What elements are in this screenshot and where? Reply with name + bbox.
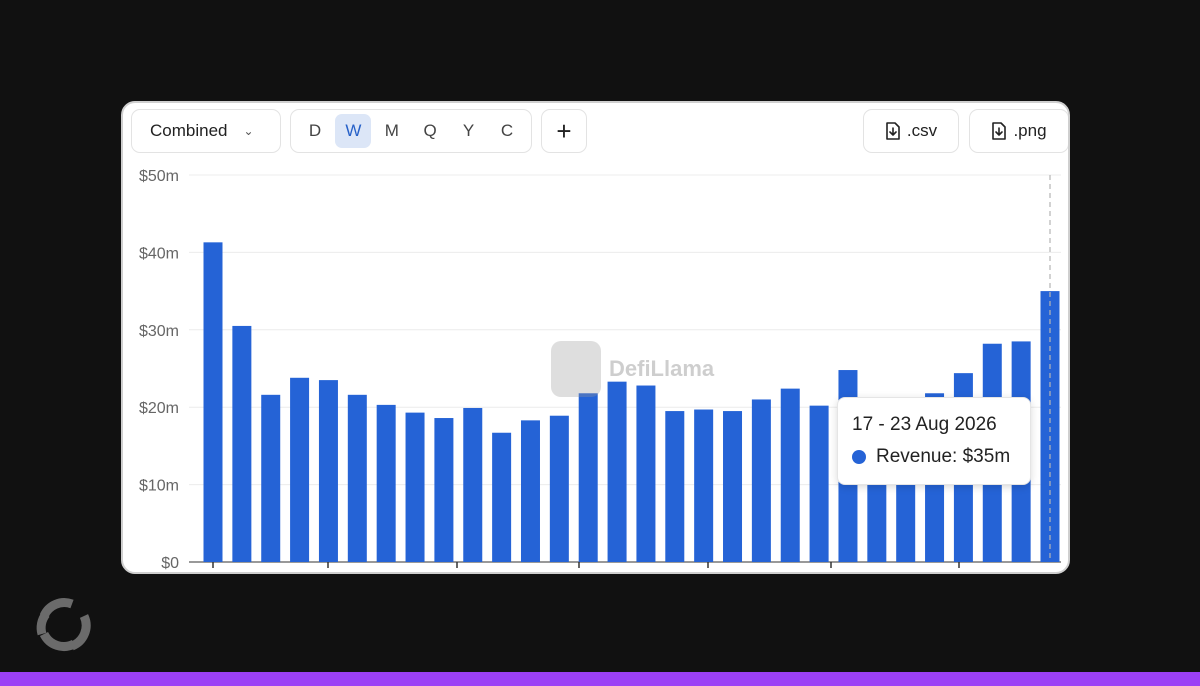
y-tick-label: $30m — [139, 323, 179, 340]
bar — [318, 380, 338, 562]
chart-card: Combined ⌄ D W M Q Y C + .csv .png $0 $1… — [121, 101, 1070, 574]
bar — [607, 381, 627, 562]
chart-tooltip: 17 - 23 Aug 2026 Revenue: $35m — [837, 397, 1031, 485]
y-tick-label: $20m — [139, 400, 179, 417]
watermark-text: DefiLlama — [609, 356, 715, 381]
bar — [463, 407, 483, 562]
tooltip-date: 17 - 23 Aug 2026 — [852, 414, 997, 435]
defillama-watermark: DefiLlama — [551, 341, 714, 397]
bar — [723, 411, 743, 562]
tooltip-value: Revenue: $35m — [876, 446, 1011, 467]
bar — [520, 420, 540, 562]
bar — [549, 415, 569, 562]
bar — [780, 388, 800, 562]
bar — [434, 418, 454, 562]
y-tick-label: $50m — [139, 168, 179, 185]
bar — [405, 412, 425, 562]
bar — [809, 405, 829, 562]
bar — [665, 411, 685, 562]
series-color-dot — [852, 450, 866, 464]
bar — [347, 394, 367, 562]
brand-logo-icon — [36, 598, 91, 651]
bar — [751, 399, 771, 562]
y-tick-label: $40m — [139, 245, 179, 262]
y-tick-label: $10m — [139, 478, 179, 495]
bar — [636, 385, 656, 562]
revenue-bar-chart[interactable]: $0 $10m $20m $30m $40m $50m — [123, 103, 1068, 572]
bar — [203, 242, 223, 562]
bar — [376, 404, 396, 562]
bar — [578, 393, 598, 562]
bar — [232, 325, 252, 562]
bar — [492, 432, 512, 562]
y-tick-label: $0 — [161, 555, 179, 572]
bar — [290, 377, 310, 562]
bar — [694, 409, 714, 562]
bar — [261, 394, 281, 562]
footer-accent-bar — [0, 672, 1200, 686]
llama-logo-icon — [551, 341, 601, 397]
